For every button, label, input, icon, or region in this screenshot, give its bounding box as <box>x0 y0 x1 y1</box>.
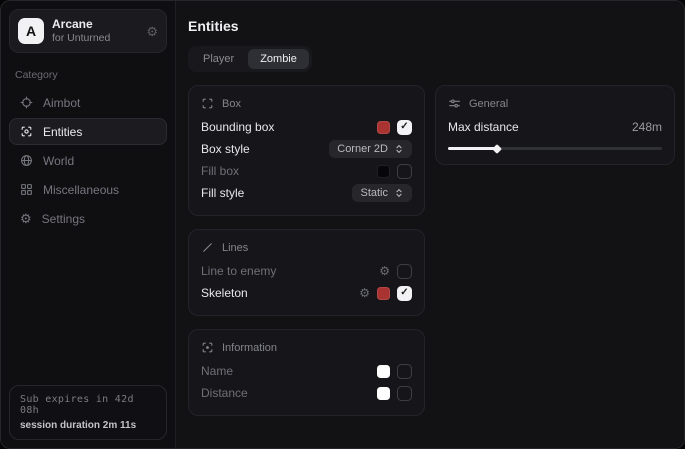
tab-player[interactable]: Player <box>191 49 246 69</box>
sidebar-item-label: Settings <box>42 212 85 226</box>
lines-card: Lines Line to enemy ⚙ Skeleton ⚙ <box>188 229 425 316</box>
sidebar-item-label: Miscellaneous <box>43 183 119 197</box>
sidebar-item-world[interactable]: World <box>9 147 167 174</box>
gear-icon: ⚙ <box>20 212 32 225</box>
setting-row-fill-style: Fill style Static <box>201 182 412 204</box>
setting-row-skeleton: Skeleton ⚙ ✓ <box>201 282 412 304</box>
sub-expires-text: Sub expires in 42d 08h <box>20 394 156 416</box>
checkbox-unchecked[interactable] <box>397 164 412 179</box>
brand-settings-icon[interactable]: ⚙ <box>146 25 158 38</box>
sidebar-item-label: World <box>43 154 74 168</box>
check-icon: ✓ <box>400 122 408 132</box>
color-swatch[interactable] <box>377 287 390 300</box>
brand-card: A Arcane for Unturned ⚙ <box>9 9 167 53</box>
entity-tabbar: Player Zombie <box>188 46 312 72</box>
category-label: Category <box>15 69 161 81</box>
row-settings-gear-icon[interactable]: ⚙ <box>379 265 390 277</box>
setting-row-max-distance: Max distance 248m <box>448 116 662 138</box>
app-title: Arcane <box>52 17 138 32</box>
box-card: Box Bounding box ✓ Box style Corner 2D <box>188 85 425 216</box>
checkbox-unchecked[interactable] <box>397 386 412 401</box>
grid-icon <box>20 183 33 196</box>
color-swatch[interactable] <box>377 165 390 178</box>
setting-label: Fill box <box>201 164 239 178</box>
checkbox-checked[interactable]: ✓ <box>397 120 412 135</box>
fill-style-select[interactable]: Static <box>352 184 412 202</box>
subscription-card: Sub expires in 42d 08h session duration … <box>9 385 167 440</box>
information-card-header: Information <box>201 341 412 354</box>
check-icon: ✓ <box>400 288 408 298</box>
lines-card-header: Lines <box>201 241 412 254</box>
sliders-icon <box>448 97 461 110</box>
setting-label: Line to enemy <box>201 264 276 278</box>
app-window: A Arcane for Unturned ⚙ Category Aimbot … <box>0 0 685 449</box>
setting-label: Max distance <box>448 120 519 134</box>
sidebar: A Arcane for Unturned ⚙ Category Aimbot … <box>1 1 176 448</box>
box-brackets-icon <box>201 97 214 110</box>
main-panel: Entities Player Zombie Box Bounding box <box>176 1 685 448</box>
select-value: Static <box>360 187 388 199</box>
checkbox-checked[interactable]: ✓ <box>397 286 412 301</box>
chevron-up-down-icon <box>394 188 404 198</box>
left-column: Box Bounding box ✓ Box style Corner 2D <box>188 85 425 416</box>
sidebar-item-settings[interactable]: ⚙ Settings <box>9 205 167 232</box>
general-card-header: General <box>448 97 662 110</box>
page-title: Entities <box>188 18 675 34</box>
checkbox-unchecked[interactable] <box>397 264 412 279</box>
setting-label: Name <box>201 364 233 378</box>
scan-eye-icon <box>20 125 33 138</box>
information-card: Information Name Distance <box>188 329 425 416</box>
sidebar-item-aimbot[interactable]: Aimbot <box>9 89 167 116</box>
app-logo: A <box>18 18 44 44</box>
setting-label: Bounding box <box>201 120 274 134</box>
sidebar-item-entities[interactable]: Entities <box>9 118 167 145</box>
slider-fill <box>448 147 497 150</box>
crosshair-icon <box>20 96 33 109</box>
slider-thumb[interactable] <box>492 144 502 154</box>
diagonal-line-icon <box>201 241 214 254</box>
color-swatch[interactable] <box>377 365 390 378</box>
row-settings-gear-icon[interactable]: ⚙ <box>359 287 370 299</box>
globe-icon <box>20 154 33 167</box>
setting-row-bounding-box: Bounding box ✓ <box>201 116 412 138</box>
sidebar-item-miscellaneous[interactable]: Miscellaneous <box>9 176 167 203</box>
box-card-title: Box <box>222 98 241 110</box>
app-subtitle: for Unturned <box>52 32 138 45</box>
setting-label: Skeleton <box>201 286 248 300</box>
chevron-up-down-icon <box>394 144 404 154</box>
right-column: General Max distance 248m <box>435 85 675 165</box>
tab-zombie[interactable]: Zombie <box>248 49 309 69</box>
session-duration-text: session duration 2m 11s <box>20 420 156 431</box>
sidebar-item-label: Entities <box>43 125 82 139</box>
select-value: Corner 2D <box>337 143 388 155</box>
general-card: General Max distance 248m <box>435 85 675 165</box>
setting-label: Fill style <box>201 186 244 200</box>
brand-text: Arcane for Unturned <box>52 17 138 45</box>
box-style-select[interactable]: Corner 2D <box>329 140 412 158</box>
setting-row-fill-box: Fill box <box>201 160 412 182</box>
setting-row-box-style: Box style Corner 2D <box>201 138 412 160</box>
max-distance-slider[interactable] <box>448 147 662 150</box>
setting-row-distance: Distance <box>201 382 412 404</box>
setting-label: Box style <box>201 142 250 156</box>
settings-content: Box Bounding box ✓ Box style Corner 2D <box>188 85 675 416</box>
lines-card-title: Lines <box>222 242 248 254</box>
max-distance-value: 248m <box>632 120 662 134</box>
box-card-header: Box <box>201 97 412 110</box>
color-swatch[interactable] <box>377 121 390 134</box>
sidebar-nav: Aimbot Entities World Miscellaneous <box>9 89 167 232</box>
info-target-icon <box>201 341 214 354</box>
setting-label: Distance <box>201 386 248 400</box>
checkbox-unchecked[interactable] <box>397 364 412 379</box>
general-card-title: General <box>469 98 508 110</box>
setting-row-name: Name <box>201 360 412 382</box>
sidebar-item-label: Aimbot <box>43 96 80 110</box>
information-card-title: Information <box>222 342 277 354</box>
setting-row-line-to-enemy: Line to enemy ⚙ <box>201 260 412 282</box>
color-swatch[interactable] <box>377 387 390 400</box>
